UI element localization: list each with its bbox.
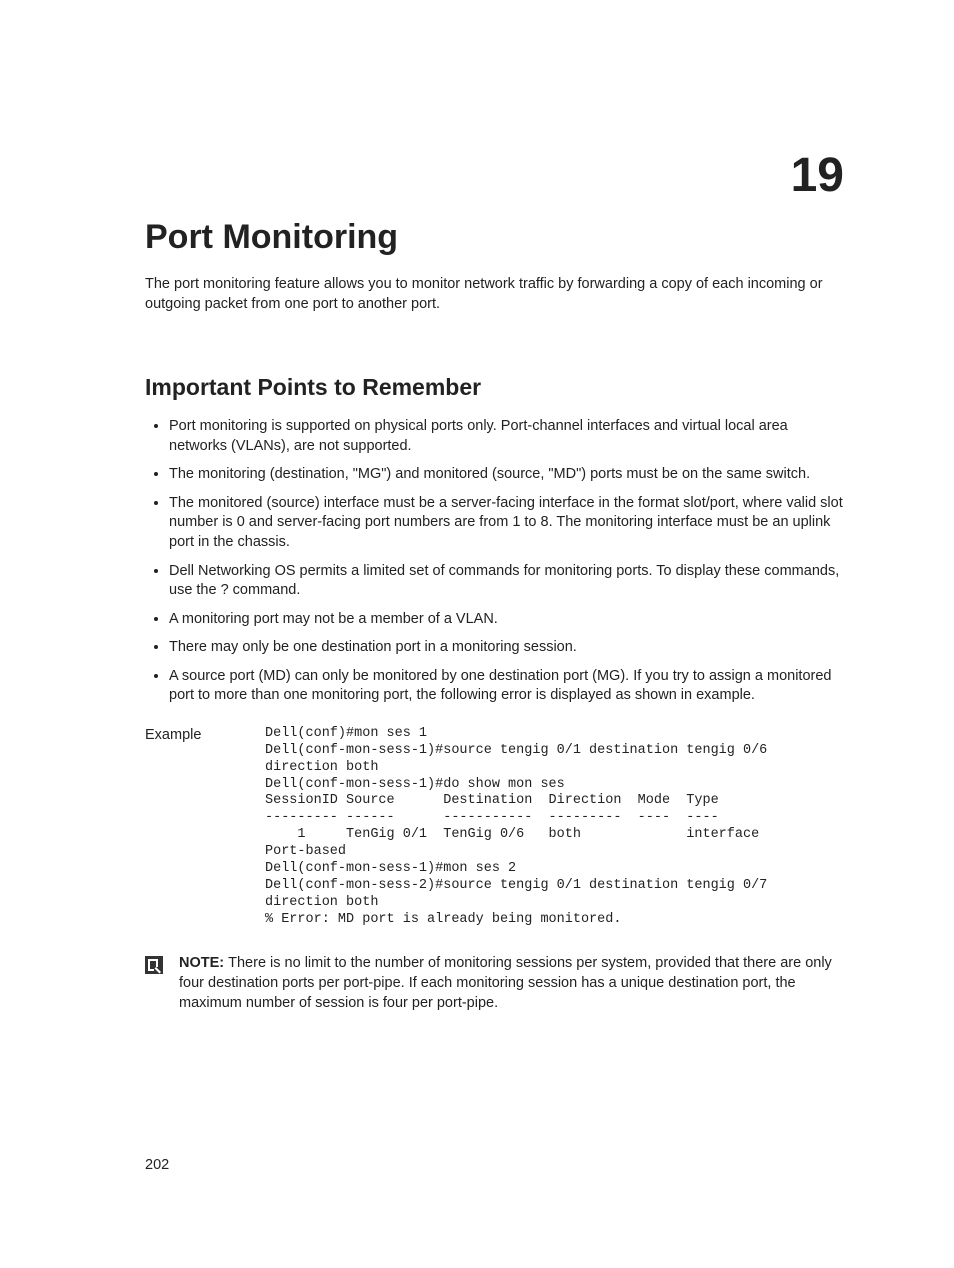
note-text: NOTE: There is no limit to the number of… <box>179 954 844 1013</box>
page: 19 Port Monitoring The port monitoring f… <box>0 0 954 1268</box>
list-item: Dell Networking OS permits a limited set… <box>169 562 844 601</box>
example-block: Example Dell(conf)#mon ses 1 Dell(conf-m… <box>145 726 844 929</box>
list-item: There may only be one destination port i… <box>169 638 844 658</box>
page-title: Port Monitoring <box>145 218 844 257</box>
intro-paragraph: The port monitoring feature allows you t… <box>145 275 844 314</box>
list-item: A source port (MD) can only be monitored… <box>169 667 844 706</box>
chapter-number: 19 <box>791 148 844 203</box>
note-icon <box>145 956 163 974</box>
note-body: There is no limit to the number of monit… <box>179 955 832 1010</box>
bullet-list: Port monitoring is supported on physical… <box>145 417 844 706</box>
note-block: NOTE: There is no limit to the number of… <box>145 954 844 1013</box>
example-label: Example <box>145 726 265 743</box>
list-item: The monitored (source) interface must be… <box>169 494 844 553</box>
list-item: Port monitoring is supported on physical… <box>169 417 844 456</box>
page-number: 202 <box>145 1157 169 1173</box>
terminal-output: Dell(conf)#mon ses 1 Dell(conf-mon-sess-… <box>265 726 775 929</box>
list-item: The monitoring (destination, "MG") and m… <box>169 465 844 485</box>
section-heading: Important Points to Remember <box>145 374 844 401</box>
list-item: A monitoring port may not be a member of… <box>169 610 844 630</box>
note-label: NOTE: <box>179 955 228 971</box>
